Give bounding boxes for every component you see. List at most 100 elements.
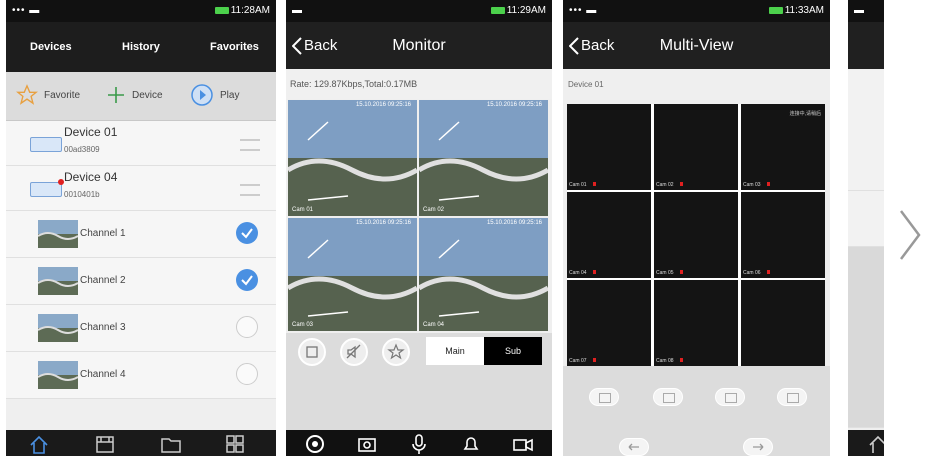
tab-history[interactable]: History bbox=[122, 22, 160, 72]
channel-row[interactable]: Channel 4 bbox=[6, 352, 276, 399]
video-cell[interactable] bbox=[741, 280, 825, 366]
video-cell[interactable]: 15.10.2016 09:25:16 Cam 04 bbox=[419, 218, 548, 331]
mute-button[interactable] bbox=[340, 338, 368, 366]
device-label: Device 01 bbox=[568, 80, 604, 89]
grid-menu-icon[interactable] bbox=[224, 433, 246, 455]
favorite-button[interactable]: Favorite bbox=[15, 72, 81, 120]
nav-bar: Multi-View Back bbox=[563, 22, 830, 69]
play-button[interactable]: Play bbox=[190, 72, 239, 120]
home-icon[interactable] bbox=[28, 433, 50, 455]
video-record-icon[interactable] bbox=[512, 433, 534, 455]
layout-1-button[interactable] bbox=[589, 388, 619, 406]
channel-label: Channel 2 bbox=[80, 275, 126, 286]
video-cell[interactable]: 连接中,请稍后 Cam 03 bbox=[741, 104, 825, 190]
sixteen-view-icon bbox=[787, 393, 799, 403]
camera-label: Cam 06 bbox=[743, 270, 761, 276]
playback-icon[interactable] bbox=[94, 433, 116, 455]
next-page-button[interactable] bbox=[743, 438, 773, 456]
chevron-right-icon[interactable] bbox=[895, 205, 925, 265]
video-cell[interactable]: Cam 02 bbox=[654, 104, 738, 190]
record-indicator bbox=[767, 270, 770, 274]
timestamp: 15.10.2016 09:25:16 bbox=[355, 220, 411, 226]
favorite-button[interactable] bbox=[382, 338, 410, 366]
back-label: Back bbox=[304, 37, 338, 54]
video-cell[interactable]: Cam 08 bbox=[654, 280, 738, 366]
screen-devices: ••• ▬ 11:28AM Devices History Favorites … bbox=[6, 0, 276, 456]
alarm-bell-icon[interactable] bbox=[460, 433, 482, 455]
stop-button[interactable] bbox=[298, 338, 326, 366]
favorite-label: Favorite bbox=[44, 90, 81, 101]
channel-row[interactable]: Channel 2 bbox=[6, 258, 276, 305]
checkmark-icon[interactable] bbox=[236, 222, 258, 244]
channel-row[interactable]: Channel 3 bbox=[6, 305, 276, 352]
layout-4-button[interactable] bbox=[653, 388, 683, 406]
screen-multiview: ••• ▬ 11:33AM Multi-View Back Device 01 … bbox=[563, 0, 830, 456]
video-cell[interactable]: 15.10.2016 09:25:16 Cam 02 bbox=[419, 100, 548, 216]
video-cell[interactable]: Cam 06 bbox=[741, 192, 825, 278]
chevron-left-icon bbox=[568, 37, 579, 55]
channel-row[interactable]: Channel 1 bbox=[6, 211, 276, 258]
back-button[interactable]: Back bbox=[568, 22, 614, 69]
nav-bar: Monitor Back bbox=[286, 22, 552, 69]
video-cell[interactable]: Cam 01 bbox=[567, 104, 651, 190]
battery-icon bbox=[214, 6, 229, 14]
tab-favorites[interactable]: Favorites bbox=[210, 22, 259, 72]
video-cell[interactable]: Cam 07 bbox=[567, 280, 651, 366]
video-cell[interactable]: 15.10.2016 09:25:16 Cam 01 bbox=[288, 100, 417, 216]
list-item bbox=[848, 247, 884, 428]
channel-thumbnail bbox=[38, 361, 78, 389]
battery-icon bbox=[490, 6, 505, 14]
back-button[interactable]: Back bbox=[291, 22, 338, 69]
battery-icon bbox=[768, 6, 783, 14]
arrow-right-icon bbox=[753, 443, 764, 451]
home-icon[interactable] bbox=[868, 433, 884, 455]
device-label: Device bbox=[132, 90, 163, 101]
camera-label: Cam 02 bbox=[423, 207, 445, 213]
status-bar: ••• ▬ 11:28AM bbox=[6, 0, 276, 22]
chevron-left-icon bbox=[291, 37, 302, 55]
screen-monitor: ▬ 11:29AM Monitor Back Rate: 129.87Kbps,… bbox=[286, 0, 552, 456]
list-item bbox=[848, 70, 884, 191]
device-toolbar: Favorite Device Play bbox=[6, 72, 276, 121]
video-cell[interactable]: Cam 04 bbox=[567, 192, 651, 278]
channel-thumbnail bbox=[38, 267, 78, 295]
drag-handle-icon[interactable] bbox=[240, 184, 260, 196]
add-device-button[interactable]: Device bbox=[106, 72, 163, 120]
channel-thumbnail bbox=[38, 314, 78, 342]
device-row[interactable]: Device 01 00ad3809 bbox=[6, 121, 276, 166]
device-row[interactable]: Device 04 0010401b bbox=[6, 166, 276, 211]
layout-16-button[interactable] bbox=[777, 388, 807, 406]
drag-handle-icon[interactable] bbox=[240, 139, 260, 151]
tab-devices[interactable]: Devices bbox=[30, 22, 72, 72]
folder-icon[interactable] bbox=[160, 433, 182, 455]
camera-label: Cam 03 bbox=[743, 182, 761, 188]
list-item bbox=[848, 191, 884, 247]
play-icon bbox=[191, 84, 213, 107]
layout-9-button[interactable] bbox=[715, 388, 745, 406]
camera-label: Cam 02 bbox=[656, 182, 674, 188]
previous-page-button[interactable] bbox=[619, 438, 649, 456]
star-icon bbox=[15, 84, 39, 106]
timestamp: 15.10.2016 09:25:16 bbox=[355, 102, 411, 108]
device-id: 0010401b bbox=[64, 190, 100, 199]
device-name: Device 04 bbox=[64, 170, 118, 184]
sub-stream-button[interactable]: Sub bbox=[484, 337, 542, 365]
status-time: 11:28AM bbox=[230, 5, 270, 16]
checkmark-icon[interactable] bbox=[236, 269, 258, 291]
channel-label: Channel 3 bbox=[80, 322, 126, 333]
microphone-icon[interactable] bbox=[408, 433, 430, 455]
quad-view-icon bbox=[663, 393, 675, 403]
video-cell[interactable]: 15.10.2016 09:25:16 Cam 03 bbox=[288, 218, 417, 331]
main-stream-button[interactable]: Main bbox=[426, 337, 484, 365]
unchecked-circle-icon[interactable] bbox=[236, 363, 258, 385]
record-indicator bbox=[680, 270, 683, 274]
unchecked-circle-icon[interactable] bbox=[236, 316, 258, 338]
record-indicator bbox=[767, 182, 770, 186]
ptz-icon[interactable] bbox=[304, 433, 326, 455]
record-indicator bbox=[593, 182, 596, 186]
multiview-grid: Cam 01 Cam 02 连接中,请稍后 Cam 03 Cam 04 Cam 0… bbox=[567, 104, 825, 366]
snapshot-icon[interactable] bbox=[356, 433, 378, 455]
video-cell[interactable]: Cam 05 bbox=[654, 192, 738, 278]
status-time: 11:33AM bbox=[784, 5, 824, 16]
camera-label: Cam 01 bbox=[292, 207, 314, 213]
